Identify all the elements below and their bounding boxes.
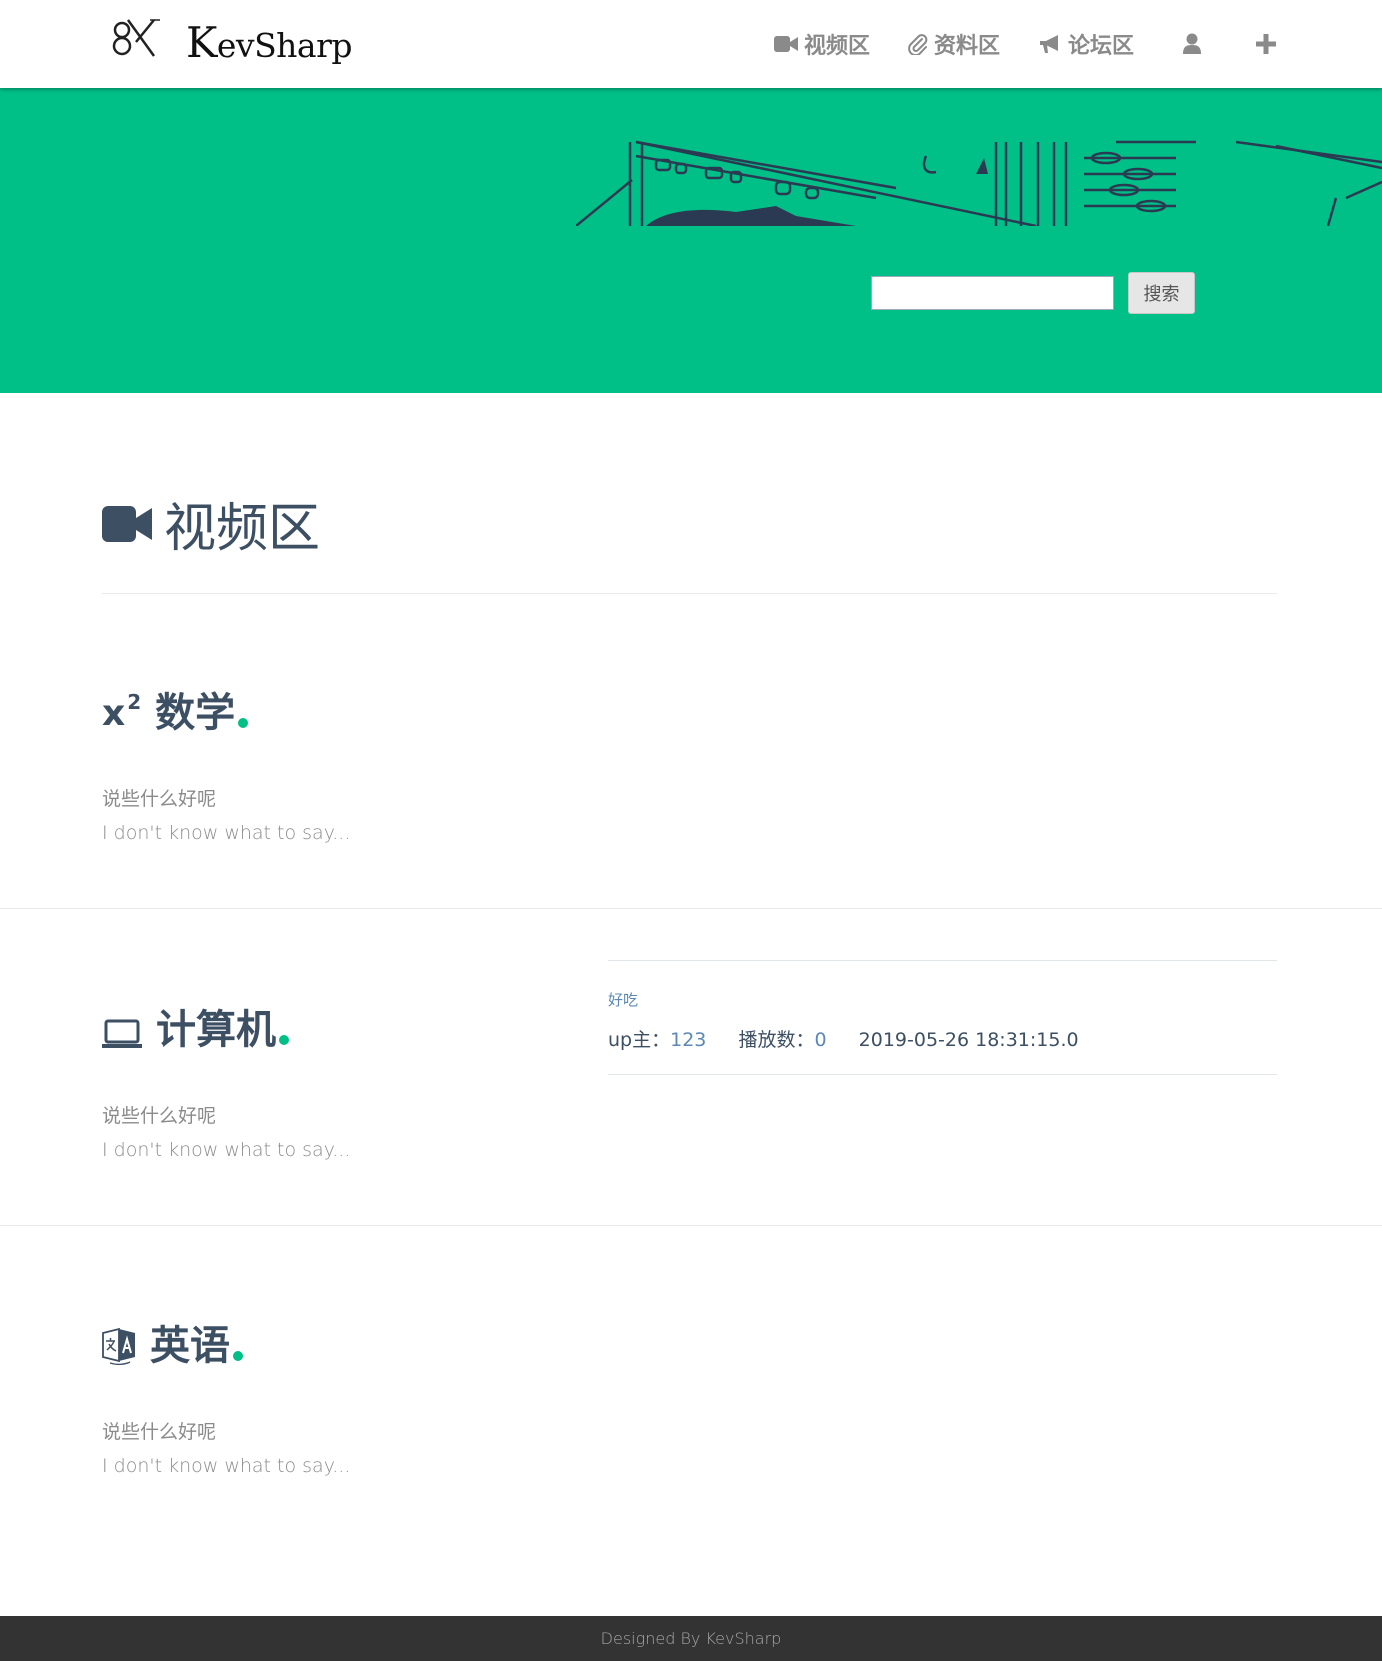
subject-description: 说些什么好呢 I don't know what to say... (102, 782, 350, 850)
description-cn: 说些什么好呢 (102, 1421, 217, 1443)
status-dot (279, 1035, 289, 1045)
description-cn: 说些什么好呢 (102, 1105, 217, 1127)
upload-date: 2019-05-26 18:31:15.0 (858, 1029, 1079, 1051)
subject-name: 数学 (155, 690, 236, 736)
navbar: KevSharp 视频区 资料区 论坛区 (0, 0, 1382, 88)
plays-label: 播放数： (738, 1029, 815, 1051)
translate-icon (102, 1327, 136, 1371)
subject-heading[interactable]: 英语 (102, 1321, 350, 1371)
nav-add[interactable] (1256, 34, 1282, 54)
description-en: I don't know what to say... (102, 1455, 351, 1477)
nav-materials[interactable]: 资料区 (908, 28, 1000, 60)
section-divider (0, 1225, 1382, 1226)
nav-materials-label: 资料区 (933, 34, 1000, 59)
hero-banner: 搜索 (0, 88, 1382, 393)
subject-name: 英语 (150, 1323, 230, 1369)
paperclip-icon (908, 34, 928, 55)
nav-video-label: 视频区 (803, 34, 870, 59)
subject-english: 英语 说些什么好呢 I don't know what to say... (102, 1321, 350, 1483)
nav-user[interactable] (1182, 33, 1208, 55)
video-meta: up主：123 播放数：0 2019-05-26 18:31:15.0 (608, 1025, 1079, 1052)
search-button[interactable]: 搜索 (1128, 272, 1195, 314)
video-list-item: 好吃 up主：123 播放数：0 2019-05-26 18:31:15.0 (608, 960, 1277, 1075)
video-camera-icon (773, 36, 798, 52)
subject-math: x2 数学 说些什么好呢 I don't know what to say... (102, 688, 350, 850)
page-title: 视频区 (102, 486, 320, 561)
subject-description: 说些什么好呢 I don't know what to say... (102, 1415, 350, 1483)
page-title-text: 视频区 (164, 499, 321, 559)
nav-forum[interactable]: 论坛区 (1038, 28, 1134, 60)
uploader-name[interactable]: 123 (670, 1029, 706, 1051)
description-en: I don't know what to say... (102, 1139, 351, 1161)
main-nav: 视频区 资料区 论坛区 (736, 24, 1282, 64)
title-divider (102, 593, 1277, 594)
description-en: I don't know what to say... (102, 822, 351, 844)
subject-heading[interactable]: 计算机 (102, 1005, 350, 1055)
status-dot (238, 718, 249, 728)
plus-icon (1256, 34, 1276, 54)
logo-icon[interactable] (110, 16, 164, 60)
laptop-icon (102, 1019, 142, 1055)
subject-description: 说些什么好呢 I don't know what to say... (102, 1099, 350, 1167)
subject-computer: 计算机 说些什么好呢 I don't know what to say... (102, 1005, 350, 1167)
logo-text[interactable]: KevSharp (186, 18, 353, 67)
nav-video[interactable]: 视频区 (773, 28, 870, 60)
nav-forum-label: 论坛区 (1067, 34, 1134, 59)
video-camera-icon (102, 505, 152, 542)
status-dot (233, 1351, 243, 1361)
footer: Designed By KevSharp (0, 1616, 1382, 1661)
subject-name: 计算机 (156, 1007, 276, 1053)
superscript-icon: x2 (102, 690, 142, 734)
search-input[interactable] (871, 276, 1114, 310)
user-icon (1183, 33, 1201, 54)
video-title-link[interactable]: 好吃 (608, 989, 638, 1010)
plays-count: 0 (814, 1029, 827, 1051)
bullhorn-icon (1039, 35, 1058, 53)
footer-text: Designed By KevSharp (600, 1629, 782, 1648)
subject-heading[interactable]: x2 数学 (102, 688, 350, 738)
section-divider (0, 908, 1382, 909)
description-cn: 说些什么好呢 (102, 788, 217, 810)
uploader-label: up主： (608, 1029, 671, 1051)
banner-illustration (576, 140, 1382, 226)
